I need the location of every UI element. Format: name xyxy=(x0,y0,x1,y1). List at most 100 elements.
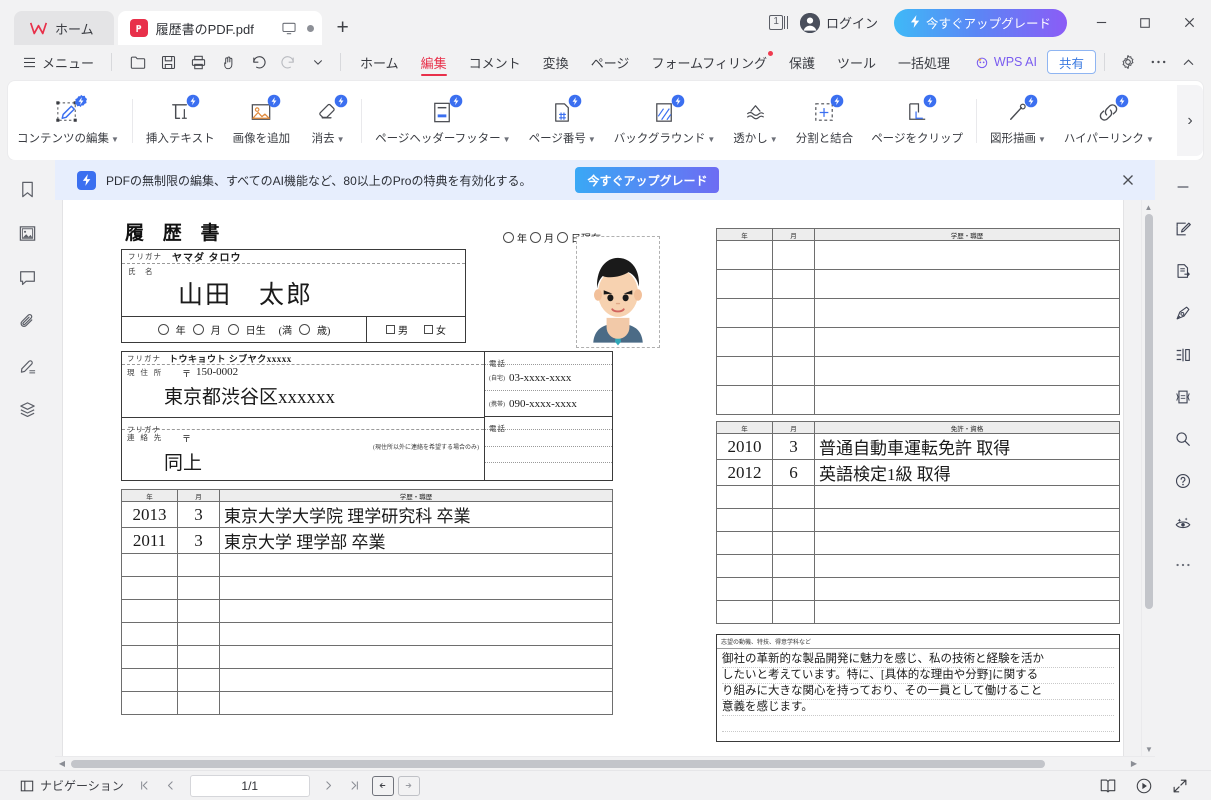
gender-row[interactable]: 男 女 xyxy=(367,317,465,342)
fullscreen-icon[interactable] xyxy=(1167,774,1193,798)
license-table[interactable]: 年 月 免許・資格 2010 3 普通自動車運転免許 取得 2012 6 英語検定1級 … xyxy=(716,421,1120,624)
table-row[interactable] xyxy=(121,576,613,600)
table-row[interactable] xyxy=(716,240,1120,270)
ribbon-tab-edit[interactable]: 編集 xyxy=(410,47,458,77)
table-row[interactable] xyxy=(121,622,613,646)
compress-icon[interactable] xyxy=(1166,380,1200,414)
male-checkbox[interactable] xyxy=(386,325,395,334)
login-button[interactable]: ログイン xyxy=(799,12,878,33)
ribbon-button-background[interactable]: バックグラウンド ▼ xyxy=(605,87,724,155)
wps-ai-button[interactable]: WPS AI xyxy=(965,49,1047,75)
work-history-table[interactable]: 年 月 学歴・職歴 xyxy=(716,228,1120,415)
signature-icon[interactable] xyxy=(11,348,45,382)
help-icon[interactable] xyxy=(1166,464,1200,498)
new-tab-button[interactable]: + xyxy=(326,11,360,45)
table-row[interactable]: 2011 3 東京大学 理学部 卒業 xyxy=(121,527,613,554)
ribbon-tab-page[interactable]: ページ xyxy=(580,47,641,77)
compare-icon[interactable] xyxy=(1166,338,1200,372)
motivation-box[interactable]: 志望の動機、特技、得意学科など 御社の革新的な製品開発に魅力を感じ、私の技術と経… xyxy=(716,634,1120,742)
layers-icon[interactable] xyxy=(11,392,45,426)
more-options-icon[interactable] xyxy=(1143,48,1173,76)
ribbon-button-hyperlink[interactable]: ハイパーリンク ▼ xyxy=(1055,87,1163,155)
pdf-canvas[interactable]: 履 歴 書 年 月 日現在 xyxy=(55,200,1141,756)
next-page-button[interactable] xyxy=(316,774,342,798)
table-row[interactable] xyxy=(121,668,613,692)
book-view-icon[interactable] xyxy=(1095,774,1121,798)
table-row[interactable]: 2013 3 東京大学大学院 理学研究科 卒業 xyxy=(121,501,613,528)
resume-address-block[interactable]: フリガナ トウキョウト シブヤクxxxxx 現 住 所 〒 150-0002 東… xyxy=(121,351,613,481)
thumbnail-icon[interactable] xyxy=(11,216,45,250)
bookmark-icon[interactable] xyxy=(11,172,45,206)
scroll-left-icon[interactable]: ◀ xyxy=(55,759,69,768)
comment-icon[interactable] xyxy=(11,260,45,294)
table-row[interactable] xyxy=(121,645,613,669)
ribbon-tab-form-filling[interactable]: フォームフィリング xyxy=(640,47,778,77)
close-button[interactable] xyxy=(1167,0,1211,45)
monitor-icon[interactable] xyxy=(282,22,296,35)
maximize-button[interactable] xyxy=(1123,0,1167,45)
ribbon-button-header-footer[interactable]: ページヘッダーフッター ▼ xyxy=(366,87,520,155)
ribbon-button-add-image[interactable]: 画像を追加 xyxy=(224,87,300,155)
prev-page-button[interactable] xyxy=(158,774,184,798)
undo-icon[interactable] xyxy=(244,49,272,75)
redo-icon[interactable] xyxy=(274,49,302,75)
scroll-up-icon[interactable]: ▲ xyxy=(1142,200,1155,214)
ribbon-button-erase[interactable]: 消去 ▼ xyxy=(299,87,357,155)
scroll-down-icon[interactable]: ▼ xyxy=(1142,742,1155,756)
fit-prev-button[interactable] xyxy=(371,775,394,796)
upgrade-button[interactable]: 今すぐアップグレード xyxy=(893,8,1067,37)
print-icon[interactable] xyxy=(184,49,212,75)
save-icon[interactable] xyxy=(154,49,182,75)
horizontal-scroll-thumb[interactable] xyxy=(71,760,1045,768)
table-row[interactable] xyxy=(121,599,613,623)
table-row[interactable] xyxy=(716,554,1120,578)
collapse-ribbon-icon[interactable] xyxy=(1173,48,1203,76)
settings-gear-icon[interactable] xyxy=(1113,48,1143,76)
ribbon-button-content-edit[interactable]: コンテンツの編集 ▼ xyxy=(8,87,128,155)
fit-next-button[interactable] xyxy=(397,775,420,796)
page-number-input[interactable]: 1/1 xyxy=(189,774,310,797)
ribbon-expand-button[interactable]: › xyxy=(1177,85,1203,156)
first-page-button[interactable] xyxy=(132,774,158,798)
ribbon-tab-tools[interactable]: ツール xyxy=(826,47,887,77)
promo-close-icon[interactable] xyxy=(1115,167,1141,193)
ribbon-tab-comment[interactable]: コメント xyxy=(458,47,532,77)
hand-icon[interactable] xyxy=(214,49,242,75)
vertical-scrollbar[interactable]: ▲ ▼ xyxy=(1141,200,1155,756)
table-row[interactable] xyxy=(716,531,1120,555)
scroll-right-icon[interactable]: ▶ xyxy=(1127,759,1141,768)
ribbon-button-split-merge[interactable]: 分割と結合 xyxy=(787,87,863,155)
table-row[interactable] xyxy=(716,485,1120,509)
table-row[interactable]: 2010 3 普通自動車運転免許 取得 xyxy=(716,433,1120,460)
table-row[interactable] xyxy=(716,385,1120,415)
share-button[interactable]: 共有 xyxy=(1046,50,1096,74)
export-doc-icon[interactable] xyxy=(1166,254,1200,288)
education-table[interactable]: 年 月 学歴・職歴 2013 3 東京大学大学院 理学研究科 卒業 2011 3 東京大… xyxy=(121,489,613,715)
ribbon-button-draw-shape[interactable]: 図形描画 ▼ xyxy=(981,87,1055,155)
collapse-icon[interactable] xyxy=(1166,170,1200,204)
ribbon-button-crop-page[interactable]: ページをクリップ xyxy=(862,87,972,155)
table-row[interactable] xyxy=(121,691,613,715)
tab-document[interactable]: 履歴書のPDF.pdf xyxy=(117,11,322,45)
table-row[interactable] xyxy=(716,269,1120,299)
table-row[interactable] xyxy=(716,508,1120,532)
ribbon-tab-batch[interactable]: 一括処理 xyxy=(887,47,961,77)
ribbon-tab-home[interactable]: ホーム xyxy=(349,47,410,77)
attachment-icon[interactable] xyxy=(11,304,45,338)
vertical-scroll-thumb[interactable] xyxy=(1145,214,1153,609)
ai-eye-icon[interactable] xyxy=(1166,506,1200,540)
table-row[interactable]: 2012 6 英語検定1級 取得 xyxy=(716,459,1120,486)
horizontal-scrollbar[interactable]: ◀ ▶ xyxy=(55,756,1155,770)
table-row[interactable] xyxy=(121,553,613,577)
menu-button[interactable]: メニュー xyxy=(14,49,103,75)
open-icon[interactable] xyxy=(124,49,152,75)
play-icon[interactable] xyxy=(1131,774,1157,798)
table-row[interactable] xyxy=(716,600,1120,624)
tab-home[interactable]: ホーム xyxy=(14,11,114,45)
ribbon-button-watermark[interactable]: 透かし ▼ xyxy=(724,87,786,155)
last-page-button[interactable] xyxy=(342,774,368,798)
pdf-page-1[interactable]: 履 歴 書 年 月 日現在 xyxy=(63,200,1123,756)
page-count-badge[interactable]: 1 xyxy=(769,15,788,30)
chevron-down-icon[interactable] xyxy=(304,49,332,75)
resume-photo[interactable] xyxy=(576,236,660,348)
